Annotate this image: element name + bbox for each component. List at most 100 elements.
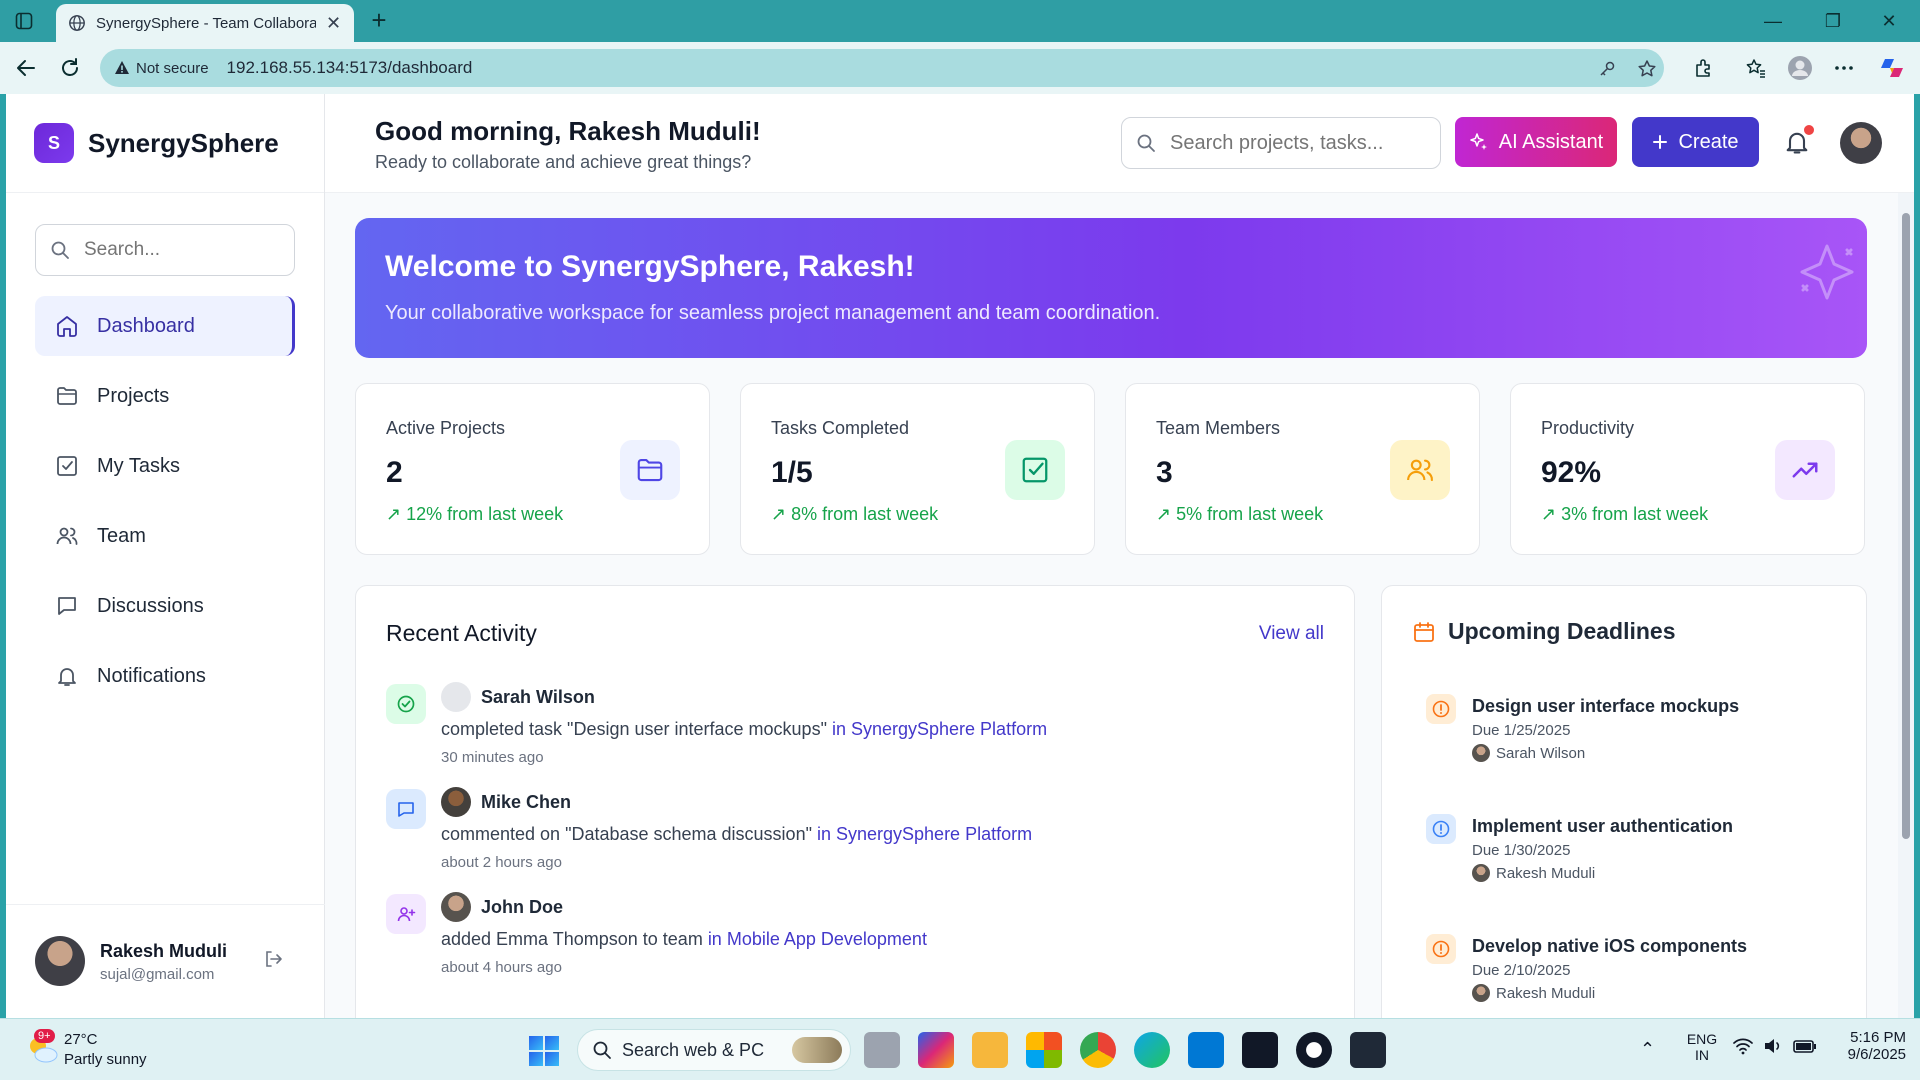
task-view-icon[interactable]	[864, 1032, 900, 1068]
back-icon[interactable]	[12, 54, 40, 82]
language-indicator[interactable]: ENG IN	[1684, 1031, 1720, 1063]
view-all-link[interactable]: View all	[1259, 623, 1324, 645]
activity-time: about 4 hours ago	[441, 959, 562, 976]
create-label: Create	[1678, 130, 1739, 153]
sidebar-search-input[interactable]	[84, 239, 274, 261]
warning-icon	[115, 61, 129, 74]
chevron-up-icon[interactable]: ⌃	[1640, 1039, 1655, 1060]
brand-logo: S	[34, 123, 74, 163]
favorites-icon[interactable]	[1742, 54, 1770, 82]
check-square-icon	[1005, 440, 1065, 500]
sidebar-search[interactable]	[35, 224, 295, 276]
key-icon[interactable]	[1596, 58, 1618, 80]
stat-card-team-members[interactable]: Team Members 3 ↗ 5% from last week	[1125, 383, 1480, 555]
new-tab-button[interactable]: +	[364, 6, 394, 36]
welcome-banner: Welcome to SynergySphere, Rakesh! Your c…	[355, 218, 1867, 358]
sidebar-item-label: Team	[97, 524, 146, 547]
activity-item[interactable]: John Doe added Emma Thompson to team in …	[386, 892, 1326, 992]
page-scrollbar[interactable]	[1898, 193, 1914, 1018]
star-icon[interactable]	[1636, 58, 1658, 80]
sidebar: S SynergySphere Dashboard Projects My Ta…	[6, 94, 325, 1018]
sidebar-toggle-icon[interactable]	[12, 9, 36, 33]
stat-label: Active Projects	[386, 418, 506, 438]
notion-icon[interactable]	[1242, 1032, 1278, 1068]
maximize-button[interactable]: ❐	[1810, 6, 1856, 36]
sidebar-item-discussions[interactable]: Discussions	[35, 576, 295, 636]
deadline-item[interactable]: Design user interface mockups Due 1/25/2…	[1426, 692, 1846, 782]
taskbar-search[interactable]: Search web & PC	[577, 1029, 851, 1071]
ai-assistant-button[interactable]: AI Assistant	[1455, 117, 1617, 167]
terminal-icon[interactable]	[1350, 1032, 1386, 1068]
deadline-item[interactable]: Develop native iOS components Due 2/10/2…	[1426, 932, 1846, 1018]
system-clock[interactable]: 5:16 PM 9/6/2025	[1830, 1029, 1906, 1063]
windows-start-icon[interactable]	[529, 1036, 559, 1066]
clock-date: 9/6/2025	[1847, 1046, 1906, 1063]
url-text[interactable]: 192.168.55.134:5173/dashboard	[227, 58, 473, 78]
bell-icon	[58, 668, 76, 686]
edge-icon[interactable]	[1134, 1032, 1170, 1068]
logout-icon[interactable]	[262, 948, 286, 972]
brand[interactable]: S SynergySphere	[6, 94, 324, 193]
project-link[interactable]: in Mobile App Development	[708, 929, 927, 949]
activity-user: John Doe	[481, 897, 564, 917]
sidebar-item-notifications[interactable]: Notifications	[35, 646, 295, 706]
chrome-icon[interactable]	[1080, 1032, 1116, 1068]
stat-trend: ↗ 3% from last week	[1541, 504, 1709, 524]
close-tab-icon[interactable]: ✕	[326, 13, 341, 34]
weather-widget[interactable]: 9+ 27°C Partly sunny	[24, 1029, 204, 1073]
address-bar[interactable]: Not secure 192.168.55.134:5173/dashboard	[100, 49, 1664, 87]
avatar[interactable]	[35, 936, 85, 986]
outlook-icon[interactable]	[1188, 1032, 1224, 1068]
copilot-icon[interactable]	[1878, 54, 1906, 82]
profile-icon[interactable]	[1786, 54, 1814, 82]
header-avatar[interactable]	[1840, 122, 1882, 164]
microsoft-store-icon[interactable]	[1026, 1032, 1062, 1068]
user-name: Rakesh Muduli	[100, 941, 228, 961]
deadline-owner: Sarah Wilson	[1496, 745, 1586, 762]
activity-item[interactable]: Sarah Wilson completed task "Design user…	[386, 682, 1326, 782]
home-icon	[57, 316, 77, 337]
file-explorer-icon[interactable]	[972, 1032, 1008, 1068]
reload-icon[interactable]	[56, 54, 84, 82]
close-window-button[interactable]: ✕	[1866, 6, 1912, 36]
sidebar-item-projects[interactable]: Projects	[35, 366, 295, 426]
app-window: S SynergySphere Dashboard Projects My Ta…	[6, 94, 1914, 1018]
create-button[interactable]: Create	[1632, 117, 1759, 167]
browser-tab[interactable]: SynergySphere - Team Collaborat ✕	[56, 4, 354, 42]
volume-icon[interactable]	[1762, 1035, 1784, 1060]
stat-card-active-projects[interactable]: Active Projects 2 ↗ 12% from last week	[355, 383, 710, 555]
sidebar-item-label: Notifications	[97, 664, 206, 687]
user-plus-icon	[386, 894, 426, 934]
sidebar-item-dashboard[interactable]: Dashboard	[35, 296, 295, 356]
avatar	[1472, 984, 1490, 1002]
project-link[interactable]: in SynergySphere Platform	[832, 719, 1047, 739]
chatgpt-icon[interactable]	[1296, 1032, 1332, 1068]
scrollbar-thumb[interactable]	[1902, 213, 1910, 839]
sidebar-item-my-tasks[interactable]: My Tasks	[35, 436, 295, 496]
battery-icon[interactable]	[1792, 1035, 1818, 1060]
sidebar-item-team[interactable]: Team	[35, 506, 295, 566]
project-link[interactable]: in SynergySphere Platform	[817, 824, 1032, 844]
search-icon	[1137, 134, 1155, 152]
activity-item[interactable]: Mike Chen commented on "Database schema …	[386, 787, 1326, 887]
deadline-task: Design user interface mockups	[1472, 696, 1740, 716]
avatar	[1472, 744, 1490, 762]
stat-trend: ↗ 5% from last week	[1156, 504, 1324, 524]
stat-card-tasks-completed[interactable]: Tasks Completed 1/5 ↗ 8% from last week	[740, 383, 1095, 555]
calendar-icon	[1414, 621, 1434, 642]
folder-icon	[620, 440, 680, 500]
deadline-due: Due 1/30/2025	[1472, 842, 1571, 859]
stat-card-productivity[interactable]: Productivity 92% ↗ 3% from last week	[1510, 383, 1865, 555]
global-search-input[interactable]	[1170, 131, 1420, 155]
more-options-icon[interactable]	[1830, 54, 1858, 82]
sidebar-nav: Dashboard Projects My Tasks Team Discuss…	[35, 296, 295, 716]
activity-user: Mike Chen	[481, 792, 572, 812]
minimize-button[interactable]: —	[1750, 6, 1796, 36]
check-circle-icon	[386, 684, 426, 724]
sidebar-item-label: My Tasks	[97, 454, 180, 477]
deadline-item[interactable]: Implement user authentication Due 1/30/2…	[1426, 812, 1846, 902]
wifi-icon[interactable]	[1732, 1035, 1754, 1060]
extensions-icon[interactable]	[1690, 54, 1718, 82]
copilot-app-icon[interactable]	[918, 1032, 954, 1068]
global-search[interactable]	[1121, 117, 1441, 169]
